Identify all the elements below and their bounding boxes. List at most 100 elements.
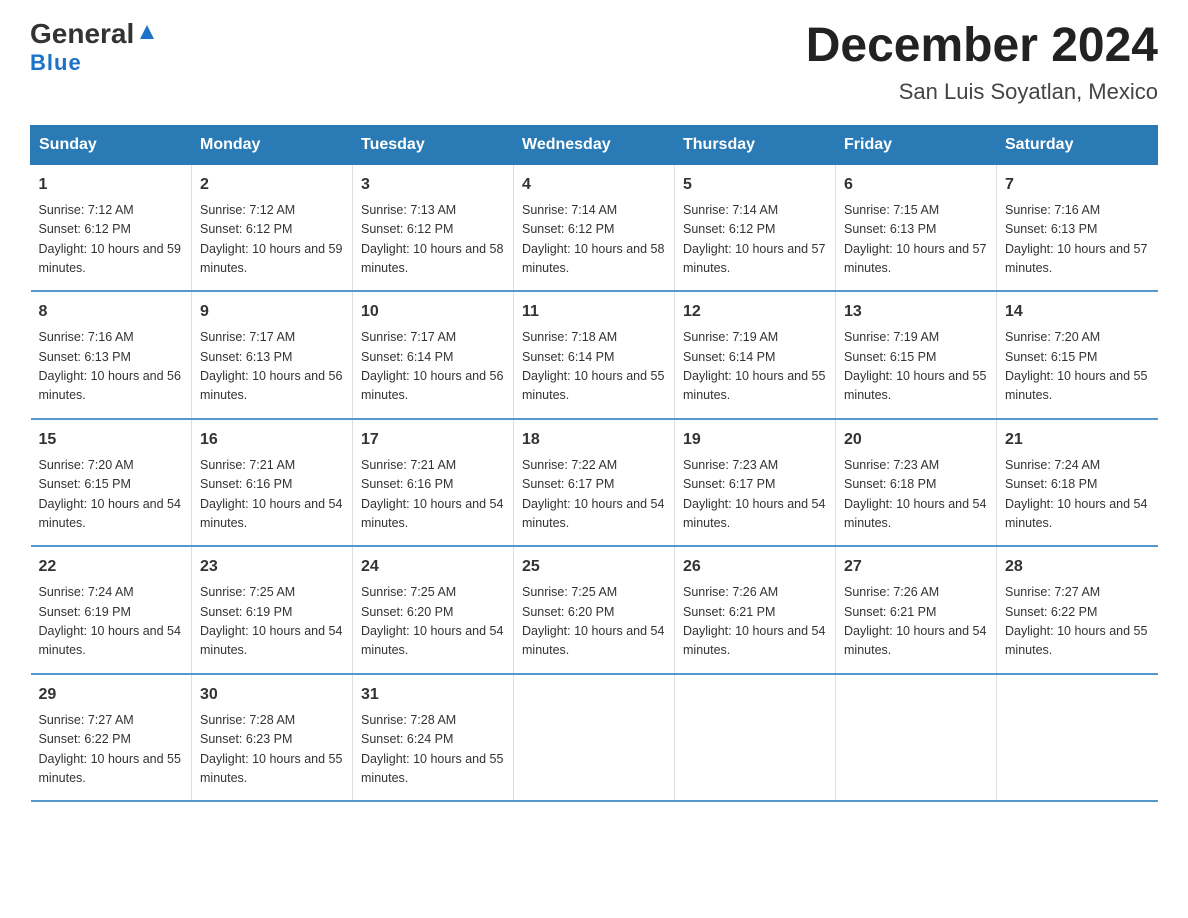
calendar-cell: 5 Sunrise: 7:14 AMSunset: 6:12 PMDayligh… bbox=[675, 164, 836, 291]
calendar-cell: 31 Sunrise: 7:28 AMSunset: 6:24 PMDaylig… bbox=[353, 674, 514, 802]
calendar-cell: 13 Sunrise: 7:19 AMSunset: 6:15 PMDaylig… bbox=[836, 291, 997, 419]
calendar-cell: 25 Sunrise: 7:25 AMSunset: 6:20 PMDaylig… bbox=[514, 546, 675, 674]
calendar-header-tuesday: Tuesday bbox=[353, 125, 514, 164]
calendar-cell bbox=[675, 674, 836, 802]
day-number: 3 bbox=[361, 173, 505, 197]
calendar-cell: 27 Sunrise: 7:26 AMSunset: 6:21 PMDaylig… bbox=[836, 546, 997, 674]
calendar-header-friday: Friday bbox=[836, 125, 997, 164]
calendar-header-wednesday: Wednesday bbox=[514, 125, 675, 164]
day-number: 20 bbox=[844, 428, 988, 452]
calendar-cell: 6 Sunrise: 7:15 AMSunset: 6:13 PMDayligh… bbox=[836, 164, 997, 291]
calendar-week-row: 29 Sunrise: 7:27 AMSunset: 6:22 PMDaylig… bbox=[31, 674, 1158, 802]
day-number: 9 bbox=[200, 300, 344, 324]
calendar-cell: 14 Sunrise: 7:20 AMSunset: 6:15 PMDaylig… bbox=[997, 291, 1158, 419]
calendar-header-thursday: Thursday bbox=[675, 125, 836, 164]
day-info: Sunrise: 7:19 AMSunset: 6:14 PMDaylight:… bbox=[683, 328, 827, 406]
day-number: 19 bbox=[683, 428, 827, 452]
day-number: 25 bbox=[522, 555, 666, 579]
calendar-header-saturday: Saturday bbox=[997, 125, 1158, 164]
day-info: Sunrise: 7:20 AMSunset: 6:15 PMDaylight:… bbox=[39, 456, 184, 534]
day-info: Sunrise: 7:25 AMSunset: 6:19 PMDaylight:… bbox=[200, 583, 344, 661]
month-title: December 2024 bbox=[806, 20, 1158, 73]
day-info: Sunrise: 7:17 AMSunset: 6:13 PMDaylight:… bbox=[200, 328, 344, 406]
day-number: 28 bbox=[1005, 555, 1150, 579]
day-info: Sunrise: 7:28 AMSunset: 6:23 PMDaylight:… bbox=[200, 711, 344, 789]
calendar-cell bbox=[836, 674, 997, 802]
day-info: Sunrise: 7:23 AMSunset: 6:17 PMDaylight:… bbox=[683, 456, 827, 534]
day-info: Sunrise: 7:12 AMSunset: 6:12 PMDaylight:… bbox=[200, 201, 344, 279]
calendar-cell bbox=[997, 674, 1158, 802]
calendar-header-row: SundayMondayTuesdayWednesdayThursdayFrid… bbox=[31, 125, 1158, 164]
calendar-cell: 29 Sunrise: 7:27 AMSunset: 6:22 PMDaylig… bbox=[31, 674, 192, 802]
calendar-cell bbox=[514, 674, 675, 802]
day-info: Sunrise: 7:24 AMSunset: 6:19 PMDaylight:… bbox=[39, 583, 184, 661]
day-number: 24 bbox=[361, 555, 505, 579]
day-number: 29 bbox=[39, 683, 184, 707]
calendar-cell: 24 Sunrise: 7:25 AMSunset: 6:20 PMDaylig… bbox=[353, 546, 514, 674]
day-info: Sunrise: 7:20 AMSunset: 6:15 PMDaylight:… bbox=[1005, 328, 1150, 406]
calendar-cell: 16 Sunrise: 7:21 AMSunset: 6:16 PMDaylig… bbox=[192, 419, 353, 547]
day-info: Sunrise: 7:27 AMSunset: 6:22 PMDaylight:… bbox=[39, 711, 184, 789]
calendar-cell: 8 Sunrise: 7:16 AMSunset: 6:13 PMDayligh… bbox=[31, 291, 192, 419]
day-number: 27 bbox=[844, 555, 988, 579]
day-number: 7 bbox=[1005, 173, 1150, 197]
day-number: 26 bbox=[683, 555, 827, 579]
title-section: December 2024 San Luis Soyatlan, Mexico bbox=[806, 20, 1158, 105]
day-info: Sunrise: 7:26 AMSunset: 6:21 PMDaylight:… bbox=[844, 583, 988, 661]
calendar-cell: 4 Sunrise: 7:14 AMSunset: 6:12 PMDayligh… bbox=[514, 164, 675, 291]
day-number: 18 bbox=[522, 428, 666, 452]
day-number: 16 bbox=[200, 428, 344, 452]
day-info: Sunrise: 7:21 AMSunset: 6:16 PMDaylight:… bbox=[200, 456, 344, 534]
day-info: Sunrise: 7:17 AMSunset: 6:14 PMDaylight:… bbox=[361, 328, 505, 406]
calendar-week-row: 22 Sunrise: 7:24 AMSunset: 6:19 PMDaylig… bbox=[31, 546, 1158, 674]
day-info: Sunrise: 7:19 AMSunset: 6:15 PMDaylight:… bbox=[844, 328, 988, 406]
calendar-cell: 9 Sunrise: 7:17 AMSunset: 6:13 PMDayligh… bbox=[192, 291, 353, 419]
calendar-cell: 26 Sunrise: 7:26 AMSunset: 6:21 PMDaylig… bbox=[675, 546, 836, 674]
day-number: 14 bbox=[1005, 300, 1150, 324]
calendar-cell: 10 Sunrise: 7:17 AMSunset: 6:14 PMDaylig… bbox=[353, 291, 514, 419]
calendar-header-sunday: Sunday bbox=[31, 125, 192, 164]
day-info: Sunrise: 7:14 AMSunset: 6:12 PMDaylight:… bbox=[683, 201, 827, 279]
logo-general: General bbox=[30, 20, 134, 48]
calendar-cell: 17 Sunrise: 7:21 AMSunset: 6:16 PMDaylig… bbox=[353, 419, 514, 547]
calendar-cell: 2 Sunrise: 7:12 AMSunset: 6:12 PMDayligh… bbox=[192, 164, 353, 291]
day-number: 22 bbox=[39, 555, 184, 579]
logo-triangle-icon bbox=[136, 21, 158, 43]
day-number: 21 bbox=[1005, 428, 1150, 452]
day-info: Sunrise: 7:14 AMSunset: 6:12 PMDaylight:… bbox=[522, 201, 666, 279]
calendar-header-monday: Monday bbox=[192, 125, 353, 164]
logo-blue: Blue bbox=[30, 50, 82, 76]
calendar-cell: 30 Sunrise: 7:28 AMSunset: 6:23 PMDaylig… bbox=[192, 674, 353, 802]
day-info: Sunrise: 7:12 AMSunset: 6:12 PMDaylight:… bbox=[39, 201, 184, 279]
page-header: General Blue December 2024 San Luis Soya… bbox=[30, 20, 1158, 105]
day-number: 10 bbox=[361, 300, 505, 324]
location: San Luis Soyatlan, Mexico bbox=[806, 79, 1158, 105]
day-info: Sunrise: 7:15 AMSunset: 6:13 PMDaylight:… bbox=[844, 201, 988, 279]
calendar-cell: 1 Sunrise: 7:12 AMSunset: 6:12 PMDayligh… bbox=[31, 164, 192, 291]
day-number: 13 bbox=[844, 300, 988, 324]
day-number: 8 bbox=[39, 300, 184, 324]
calendar-cell: 11 Sunrise: 7:18 AMSunset: 6:14 PMDaylig… bbox=[514, 291, 675, 419]
day-number: 11 bbox=[522, 300, 666, 324]
calendar-table: SundayMondayTuesdayWednesdayThursdayFrid… bbox=[30, 125, 1158, 803]
day-number: 1 bbox=[39, 173, 184, 197]
calendar-cell: 3 Sunrise: 7:13 AMSunset: 6:12 PMDayligh… bbox=[353, 164, 514, 291]
calendar-cell: 20 Sunrise: 7:23 AMSunset: 6:18 PMDaylig… bbox=[836, 419, 997, 547]
day-number: 4 bbox=[522, 173, 666, 197]
day-info: Sunrise: 7:23 AMSunset: 6:18 PMDaylight:… bbox=[844, 456, 988, 534]
calendar-week-row: 8 Sunrise: 7:16 AMSunset: 6:13 PMDayligh… bbox=[31, 291, 1158, 419]
day-number: 12 bbox=[683, 300, 827, 324]
day-info: Sunrise: 7:25 AMSunset: 6:20 PMDaylight:… bbox=[361, 583, 505, 661]
calendar-week-row: 1 Sunrise: 7:12 AMSunset: 6:12 PMDayligh… bbox=[31, 164, 1158, 291]
calendar-cell: 7 Sunrise: 7:16 AMSunset: 6:13 PMDayligh… bbox=[997, 164, 1158, 291]
calendar-cell: 28 Sunrise: 7:27 AMSunset: 6:22 PMDaylig… bbox=[997, 546, 1158, 674]
calendar-cell: 19 Sunrise: 7:23 AMSunset: 6:17 PMDaylig… bbox=[675, 419, 836, 547]
day-number: 15 bbox=[39, 428, 184, 452]
day-info: Sunrise: 7:21 AMSunset: 6:16 PMDaylight:… bbox=[361, 456, 505, 534]
day-info: Sunrise: 7:16 AMSunset: 6:13 PMDaylight:… bbox=[1005, 201, 1150, 279]
calendar-week-row: 15 Sunrise: 7:20 AMSunset: 6:15 PMDaylig… bbox=[31, 419, 1158, 547]
day-number: 5 bbox=[683, 173, 827, 197]
day-info: Sunrise: 7:18 AMSunset: 6:14 PMDaylight:… bbox=[522, 328, 666, 406]
day-info: Sunrise: 7:16 AMSunset: 6:13 PMDaylight:… bbox=[39, 328, 184, 406]
day-info: Sunrise: 7:24 AMSunset: 6:18 PMDaylight:… bbox=[1005, 456, 1150, 534]
